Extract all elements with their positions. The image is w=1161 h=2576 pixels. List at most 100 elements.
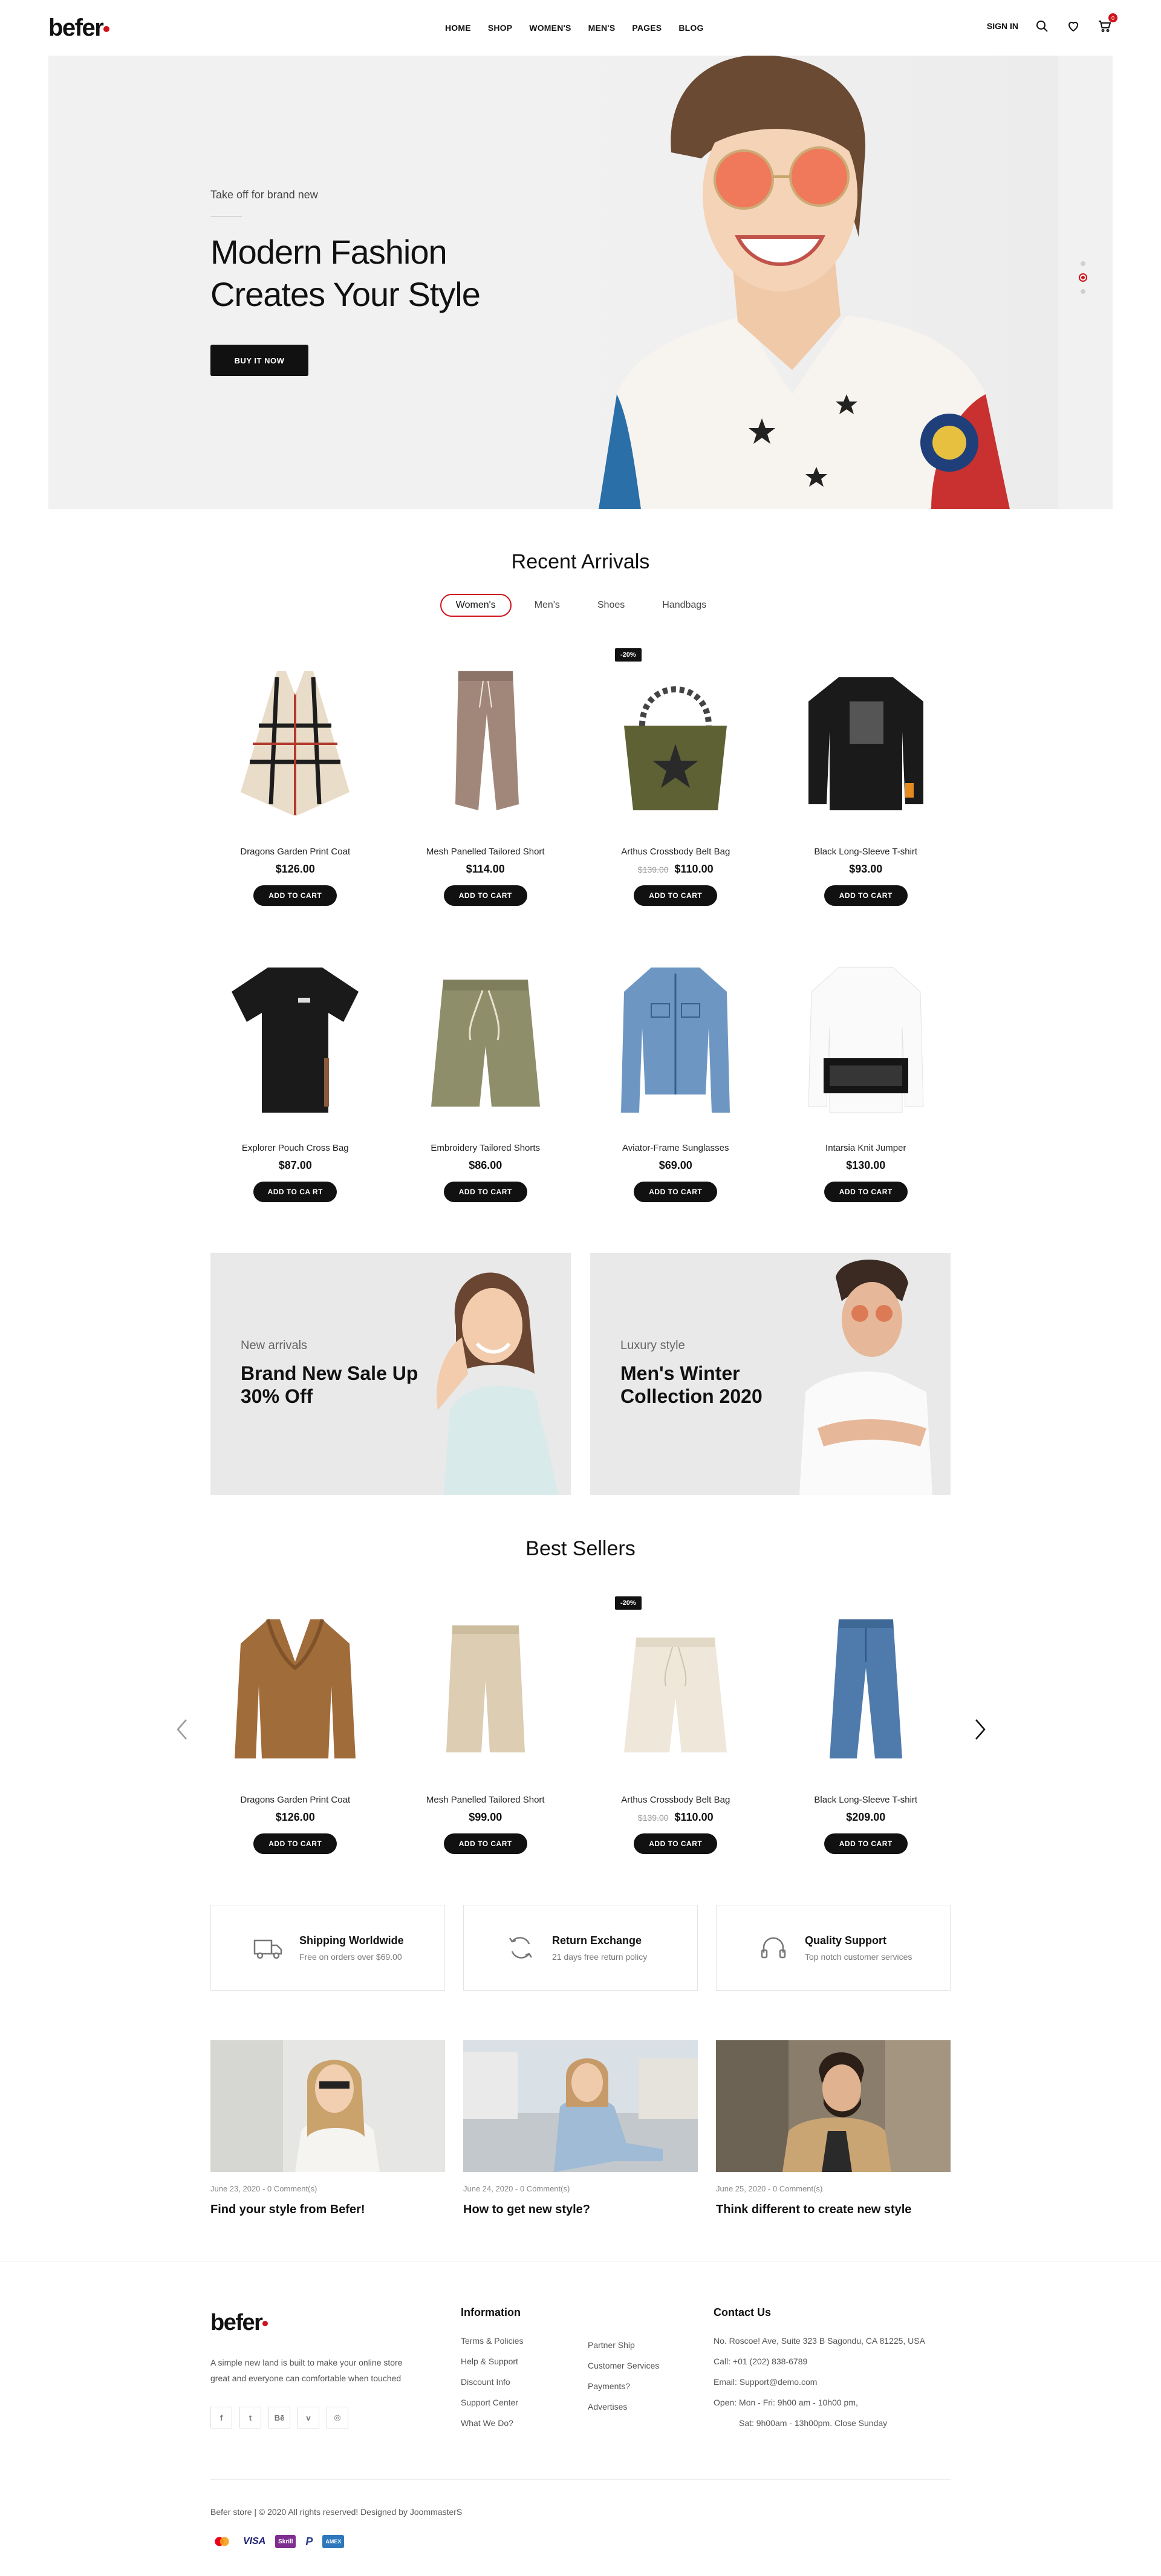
best-sellers-grid: Dragons Garden Print Coat $126.00 ADD TO…	[210, 1595, 951, 1861]
slider-dot-2[interactable]	[1079, 273, 1087, 282]
add-to-cart-button[interactable]: ADD TO CART	[824, 1182, 908, 1202]
recent-grid-row2: Explorer Pouch Cross Bag $87.00 ADD TO C…	[210, 943, 951, 1209]
cart-icon[interactable]: 0	[1097, 13, 1117, 34]
product-card[interactable]: Mesh Panelled Tailored Short $99.00 ADD …	[401, 1595, 571, 1861]
product-card[interactable]: Explorer Pouch Cross Bag $87.00 ADD TO C…	[210, 943, 380, 1209]
blog-title[interactable]: How to get new style?	[463, 2203, 698, 2217]
add-to-cart-button[interactable]: ADD TO CART	[634, 885, 718, 906]
footer-link[interactable]: Advertises	[588, 2402, 659, 2422]
promo-banner-women[interactable]: New arrivals Brand New Sale Up 30% Off	[210, 1253, 571, 1495]
product-image[interactable]	[210, 647, 380, 834]
footer-link[interactable]: Customer Services	[588, 2361, 659, 2381]
product-card[interactable]: Black Long-Sleeve T-shirt $209.00 ADD TO…	[781, 1595, 951, 1861]
tab-mens[interactable]: Men's	[520, 594, 574, 617]
wishlist-heart-icon[interactable]	[1065, 18, 1081, 34]
next-arrow-icon[interactable]	[971, 1717, 989, 1742]
slider-dot-3[interactable]	[1081, 289, 1085, 294]
product-card[interactable]: -20% Arthus Crossbody Belt Bag $139.00 $1…	[591, 647, 761, 913]
add-to-cart-button[interactable]: ADD TO CART	[824, 885, 908, 906]
instagram-icon[interactable]: ◎	[327, 2407, 348, 2428]
product-card[interactable]: Intarsia Knit Jumper $130.00 ADD TO CART	[781, 943, 951, 1209]
product-image[interactable]: -20%	[591, 1595, 761, 1783]
blog-image[interactable]	[716, 2040, 951, 2172]
product-image[interactable]	[781, 1595, 951, 1783]
nav-home[interactable]: HOME	[445, 23, 471, 33]
blog-post[interactable]: June 25, 2020 - 0 Comment(s) Think diffe…	[716, 2040, 951, 2217]
footer-link[interactable]: What We Do?	[461, 2418, 523, 2439]
product-name[interactable]: Dragons Garden Print Coat	[210, 847, 380, 857]
footer-link[interactable]: Payments?	[588, 2381, 659, 2402]
product-card[interactable]: -20% Arthus Crossbody Belt Bag $139.00 $1…	[591, 1595, 761, 1861]
product-card[interactable]: Embroidery Tailored Shorts $86.00 ADD TO…	[401, 943, 571, 1209]
add-to-cart-button[interactable]: ADD TO CART	[253, 1833, 337, 1854]
footer-link[interactable]: Help & Support	[461, 2356, 523, 2377]
logo[interactable]: befer	[48, 15, 110, 42]
product-name[interactable]: Arthus Crossbody Belt Bag	[591, 1795, 761, 1805]
sign-in-link[interactable]: SIGN IN	[987, 21, 1018, 31]
product-name[interactable]: Intarsia Knit Jumper	[781, 1143, 951, 1153]
add-to-cart-button[interactable]: ADD TO CART	[253, 885, 337, 906]
behance-icon[interactable]: Bē	[268, 2407, 290, 2428]
main-nav: HOME SHOP WOMEN'S MEN'S PAGES BLOG	[445, 23, 721, 33]
promo-banner-men[interactable]: Luxury style Men's Winter Collection 202…	[590, 1253, 951, 1495]
blog-image[interactable]	[210, 2040, 445, 2172]
product-image[interactable]	[781, 943, 951, 1131]
add-to-cart-button[interactable]: ADD TO CART	[443, 885, 527, 906]
product-image[interactable]	[210, 1595, 380, 1783]
nav-mens[interactable]: MEN'S	[588, 23, 616, 33]
footer-link[interactable]: Discount Info	[461, 2377, 523, 2398]
add-to-cart-button[interactable]: ADD TO CA RT	[253, 1182, 337, 1202]
search-icon[interactable]	[1034, 18, 1050, 34]
buy-it-now-button[interactable]: BUY IT NOW	[210, 345, 308, 376]
tab-womens[interactable]: Women's	[440, 594, 512, 617]
product-name[interactable]: Mesh Panelled Tailored Short	[401, 1795, 571, 1805]
slider-dot-1[interactable]	[1081, 261, 1085, 266]
product-name[interactable]: Black Long-Sleeve T-shirt	[781, 1795, 951, 1805]
footer-logo[interactable]: befer	[210, 2310, 268, 2336]
product-name[interactable]: Black Long-Sleeve T-shirt	[781, 847, 951, 857]
product-image[interactable]	[401, 647, 571, 834]
add-to-cart-button[interactable]: ADD TO CART	[443, 1833, 527, 1854]
prev-arrow-icon[interactable]	[173, 1717, 191, 1742]
vimeo-icon[interactable]: v	[298, 2407, 319, 2428]
nav-blog[interactable]: BLOG	[678, 23, 703, 33]
product-card[interactable]: Dragons Garden Print Coat $126.00 ADD TO…	[210, 1595, 380, 1861]
add-to-cart-button[interactable]: ADD TO CART	[443, 1182, 527, 1202]
product-image[interactable]	[781, 647, 951, 834]
nav-pages[interactable]: PAGES	[632, 23, 662, 33]
footer-link[interactable]: Support Center	[461, 2398, 523, 2418]
product-card[interactable]: Aviator-Frame Sunglasses $69.00 ADD TO C…	[591, 943, 761, 1209]
add-to-cart-button[interactable]: ADD TO CART	[634, 1182, 718, 1202]
product-name[interactable]: Aviator-Frame Sunglasses	[591, 1143, 761, 1153]
product-name[interactable]: Explorer Pouch Cross Bag	[210, 1143, 380, 1153]
product-image[interactable]: -20%	[591, 647, 761, 834]
footer-link[interactable]: Terms & Policies	[461, 2336, 523, 2356]
nav-shop[interactable]: SHOP	[488, 23, 512, 33]
tab-shoes[interactable]: Shoes	[583, 594, 639, 617]
blog-post[interactable]: June 24, 2020 - 0 Comment(s) How to get …	[463, 2040, 698, 2217]
product-name[interactable]: Mesh Panelled Tailored Short	[401, 847, 571, 857]
tab-handbags[interactable]: Handbags	[648, 594, 721, 617]
blog-post[interactable]: June 23, 2020 - 0 Comment(s) Find your s…	[210, 2040, 445, 2217]
add-to-cart-button[interactable]: ADD TO CART	[824, 1833, 908, 1854]
blog-image[interactable]	[463, 2040, 698, 2172]
footer-link[interactable]: Partner Ship	[588, 2340, 659, 2361]
product-image[interactable]	[210, 943, 380, 1131]
product-image[interactable]	[401, 943, 571, 1131]
product-name[interactable]: Dragons Garden Print Coat	[210, 1795, 380, 1805]
product-image[interactable]	[591, 943, 761, 1131]
product-card[interactable]: Black Long-Sleeve T-shirt $93.00 ADD TO …	[781, 647, 951, 913]
pants-image	[455, 671, 519, 810]
blog-title[interactable]: Think different to create new style	[716, 2203, 951, 2217]
jumper-image	[808, 967, 924, 1113]
add-to-cart-button[interactable]: ADD TO CART	[634, 1833, 718, 1854]
nav-womens[interactable]: WOMEN'S	[529, 23, 571, 33]
facebook-icon[interactable]: f	[210, 2407, 232, 2428]
product-name[interactable]: Embroidery Tailored Shorts	[401, 1143, 571, 1153]
blog-title[interactable]: Find your style from Befer!	[210, 2203, 445, 2217]
product-card[interactable]: Mesh Panelled Tailored Short $114.00 ADD…	[401, 647, 571, 913]
product-name[interactable]: Arthus Crossbody Belt Bag	[591, 847, 761, 857]
product-card[interactable]: Dragons Garden Print Coat $126.00 ADD TO…	[210, 647, 380, 913]
twitter-icon[interactable]: t	[239, 2407, 261, 2428]
product-image[interactable]	[401, 1595, 571, 1783]
